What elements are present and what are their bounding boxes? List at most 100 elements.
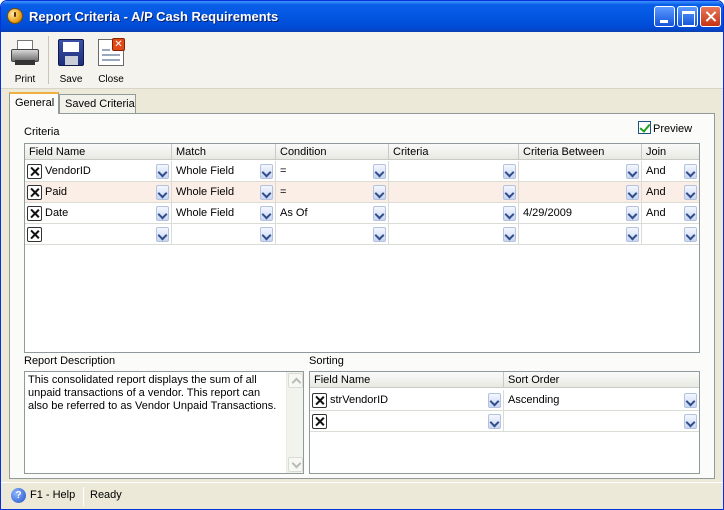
dropdown-arrow-icon[interactable]: [684, 414, 697, 429]
condition-cell[interactable]: =: [276, 182, 389, 203]
dropdown-arrow-icon[interactable]: [260, 227, 273, 242]
criteria-between-cell[interactable]: [519, 161, 642, 182]
dropdown-arrow-icon[interactable]: [260, 185, 273, 200]
criteria-between-cell[interactable]: [519, 224, 642, 245]
match-cell[interactable]: Whole Field: [172, 203, 276, 224]
criteria-cell[interactable]: [389, 224, 519, 245]
column-header-match[interactable]: Match: [172, 144, 276, 160]
criteria-section-label: Criteria: [24, 126, 60, 138]
column-header-join[interactable]: Join: [642, 144, 699, 160]
criteria-grid: Field Name Match Condition Criteria Crit…: [24, 143, 700, 353]
criteria-between-cell[interactable]: 4/29/2009: [519, 203, 642, 224]
criteria-cell[interactable]: [389, 161, 519, 182]
toolbar: Print Save ✕ Close: [1, 32, 723, 89]
delete-row-icon[interactable]: [27, 206, 42, 221]
preview-checkbox[interactable]: Preview: [638, 121, 692, 135]
dropdown-arrow-icon[interactable]: [156, 185, 169, 200]
criteria-between-cell[interactable]: [519, 182, 642, 203]
join-cell[interactable]: And: [642, 203, 699, 224]
close-label: Close: [98, 74, 124, 85]
report-description-text: This consolidated report displays the su…: [28, 374, 277, 412]
condition-cell[interactable]: [276, 224, 389, 245]
match-cell[interactable]: Whole Field: [172, 182, 276, 203]
sort-field-name-cell[interactable]: strVendorID: [310, 390, 504, 411]
status-separator: [83, 487, 84, 506]
status-bar: ? F1 - Help Ready: [1, 482, 723, 509]
condition-cell[interactable]: =: [276, 161, 389, 182]
dropdown-arrow-icon[interactable]: [626, 227, 639, 242]
title-bar[interactable]: Report Criteria - A/P Cash Requirements: [1, 1, 723, 32]
dropdown-arrow-icon[interactable]: [503, 206, 516, 221]
delete-row-icon[interactable]: [27, 164, 42, 179]
delete-row-icon[interactable]: [312, 414, 327, 429]
dropdown-arrow-icon[interactable]: [373, 185, 386, 200]
report-criteria-window: Report Criteria - A/P Cash Requirements …: [0, 0, 724, 510]
column-header-condition[interactable]: Condition: [276, 144, 389, 160]
join-cell[interactable]: And: [642, 182, 699, 203]
delete-row-icon[interactable]: [27, 227, 42, 242]
column-header-criteria-between[interactable]: Criteria Between: [519, 144, 642, 160]
dropdown-arrow-icon[interactable]: [373, 227, 386, 242]
dropdown-arrow-icon[interactable]: [684, 164, 697, 179]
column-header-field-name[interactable]: Field Name: [25, 144, 172, 160]
field-name-cell[interactable]: [25, 224, 172, 245]
minimize-button[interactable]: [654, 6, 675, 27]
criteria-cell[interactable]: [389, 182, 519, 203]
dropdown-arrow-icon[interactable]: [626, 185, 639, 200]
dropdown-arrow-icon[interactable]: [156, 206, 169, 221]
dropdown-arrow-icon[interactable]: [684, 393, 697, 408]
general-panel: Criteria Preview Field Name Match Condit…: [9, 113, 715, 479]
help-shortcut-label[interactable]: F1 - Help: [30, 489, 75, 501]
dropdown-arrow-icon[interactable]: [260, 164, 273, 179]
description-scrollbar[interactable]: [286, 372, 303, 473]
condition-cell[interactable]: As Of: [276, 203, 389, 224]
close-window-button[interactable]: [700, 6, 721, 27]
field-name-cell[interactable]: Paid: [25, 182, 172, 203]
dropdown-arrow-icon[interactable]: [503, 164, 516, 179]
sort-field-name-cell[interactable]: [310, 411, 504, 432]
field-name-cell[interactable]: VendorID: [25, 161, 172, 182]
dropdown-arrow-icon[interactable]: [488, 393, 501, 408]
dropdown-arrow-icon[interactable]: [503, 185, 516, 200]
help-question-icon[interactable]: ?: [11, 488, 26, 503]
match-cell[interactable]: Whole Field: [172, 161, 276, 182]
save-button[interactable]: Save: [52, 34, 90, 86]
dropdown-arrow-icon[interactable]: [373, 164, 386, 179]
maximize-button[interactable]: [677, 6, 698, 27]
scroll-down-arrow-icon[interactable]: [288, 457, 303, 472]
print-button[interactable]: Print: [6, 34, 44, 86]
delete-row-icon[interactable]: [312, 393, 327, 408]
criteria-cell[interactable]: [389, 203, 519, 224]
app-icon: [7, 8, 23, 24]
sorting-grid-header: Field Name Sort Order: [310, 372, 699, 388]
dropdown-arrow-icon[interactable]: [684, 185, 697, 200]
dropdown-arrow-icon[interactable]: [488, 414, 501, 429]
tab-general[interactable]: General: [9, 92, 59, 114]
dropdown-arrow-icon[interactable]: [156, 227, 169, 242]
match-cell[interactable]: [172, 224, 276, 245]
dropdown-arrow-icon[interactable]: [156, 164, 169, 179]
dropdown-arrow-icon[interactable]: [626, 206, 639, 221]
dropdown-arrow-icon[interactable]: [260, 206, 273, 221]
sort-order-cell[interactable]: [504, 411, 699, 432]
column-header-criteria[interactable]: Criteria: [389, 144, 519, 160]
dropdown-arrow-icon[interactable]: [684, 206, 697, 221]
close-button[interactable]: ✕ Close: [92, 34, 130, 86]
column-header-sort-order[interactable]: Sort Order: [504, 372, 699, 388]
tab-saved-criteria[interactable]: Saved Criteria: [59, 94, 136, 113]
report-description-textarea[interactable]: This consolidated report displays the su…: [24, 371, 304, 474]
sort-order-cell[interactable]: Ascending: [504, 390, 699, 411]
dropdown-arrow-icon[interactable]: [503, 227, 516, 242]
save-label: Save: [59, 74, 83, 85]
join-cell[interactable]: [642, 224, 699, 245]
dropdown-arrow-icon[interactable]: [373, 206, 386, 221]
column-header-sort-field-name[interactable]: Field Name: [310, 372, 504, 388]
criteria-row: VendorID Whole Field = And: [25, 161, 699, 182]
delete-row-icon[interactable]: [27, 185, 42, 200]
join-cell[interactable]: And: [642, 161, 699, 182]
dropdown-arrow-icon[interactable]: [684, 227, 697, 242]
field-name-cell[interactable]: Date: [25, 203, 172, 224]
window-title: Report Criteria - A/P Cash Requirements: [29, 9, 279, 24]
scroll-up-arrow-icon[interactable]: [288, 373, 303, 388]
dropdown-arrow-icon[interactable]: [626, 164, 639, 179]
